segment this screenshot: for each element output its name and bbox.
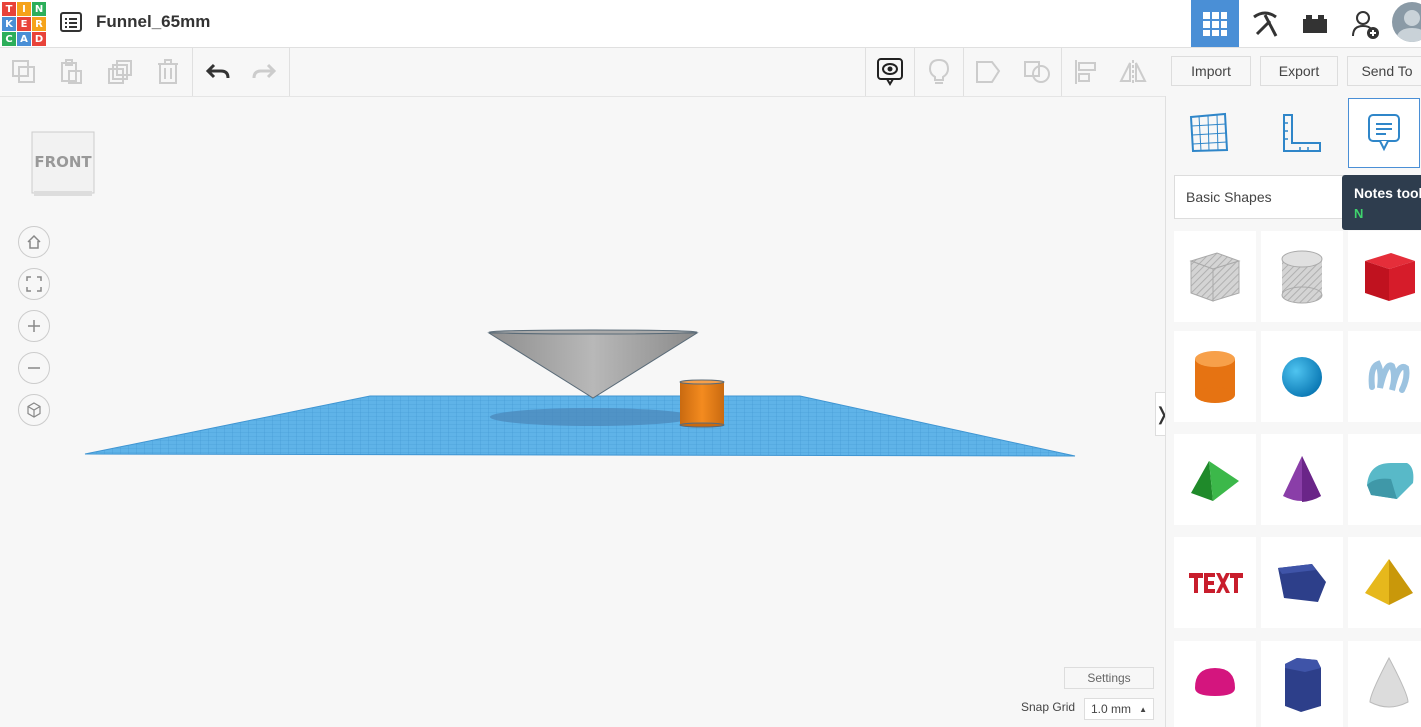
cone-shape[interactable]	[1261, 434, 1343, 525]
align-icon[interactable]	[1062, 48, 1110, 96]
delete-icon[interactable]	[144, 48, 192, 96]
snap-grid-label: Snap Grid	[1021, 700, 1076, 714]
redo-icon[interactable]	[240, 48, 288, 96]
tooltip-title: Notes tool	[1354, 185, 1421, 201]
workplane-scene[interactable]	[0, 96, 1165, 727]
snap-grid-select[interactable]: 1.0 mm ▲	[1084, 698, 1154, 720]
notes-icon[interactable]	[1348, 98, 1420, 168]
notes-tooltip: Notes tool N	[1342, 175, 1421, 230]
logo-letter: K	[2, 17, 16, 31]
import-button[interactable]: Import	[1171, 56, 1251, 86]
settings-button[interactable]: Settings	[1064, 667, 1154, 689]
export-button[interactable]: Export	[1260, 56, 1338, 86]
text-shape[interactable]	[1174, 537, 1256, 628]
workplane[interactable]	[84, 395, 1076, 457]
roof-shape[interactable]	[1174, 434, 1256, 525]
orange-cylinder-top	[679, 379, 725, 385]
workplane-grid-icon[interactable]	[1173, 98, 1245, 168]
logo-letter: C	[2, 32, 16, 46]
logo-letter: T	[2, 2, 16, 16]
copy-icon[interactable]	[0, 48, 48, 96]
sphere-shape[interactable]	[1261, 331, 1343, 422]
funnel-cone-top	[488, 329, 698, 335]
half-sphere-shape[interactable]	[1174, 641, 1256, 727]
logo-letter: E	[17, 17, 31, 31]
edit-toolbar	[0, 48, 1165, 97]
box-hole-shape[interactable]	[1174, 231, 1256, 322]
tooltip-shortcut: N	[1354, 206, 1364, 221]
top-bar: T I N K E R C A D Funnel_65mm	[0, 0, 1421, 48]
logo-letter: I	[17, 2, 31, 16]
lightbulb-icon[interactable]	[915, 48, 963, 96]
toolbar-divider	[192, 48, 193, 96]
ruler-icon[interactable]	[1266, 98, 1338, 168]
pickaxe-icon[interactable]	[1241, 0, 1289, 47]
paste-icon[interactable]	[47, 48, 95, 96]
toolbar-divider	[289, 48, 290, 96]
notes-visibility-icon[interactable]	[866, 48, 914, 96]
logo-letter: R	[32, 17, 46, 31]
polygon-prism-shape[interactable]	[1261, 537, 1343, 628]
send-to-button[interactable]: Send To	[1347, 56, 1421, 86]
caret-up-icon: ▲	[1139, 704, 1147, 714]
box-shape[interactable]	[1348, 231, 1421, 322]
pyramid-shape[interactable]	[1348, 537, 1421, 628]
document-title[interactable]: Funnel_65mm	[96, 12, 210, 32]
3d-design-grid-icon[interactable]	[1191, 0, 1239, 47]
ungroup-icon[interactable]	[1013, 48, 1061, 96]
group-icon[interactable]	[964, 48, 1012, 96]
bricks-icon[interactable]	[1291, 0, 1339, 47]
funnel-cone[interactable]	[487, 332, 699, 399]
snap-grid-value: 1.0 mm	[1091, 702, 1132, 716]
hexagonal-prism-shape[interactable]	[1261, 641, 1343, 727]
orange-cylinder[interactable]	[680, 382, 724, 425]
logo-letter: A	[17, 32, 31, 46]
design-list-icon[interactable]	[60, 11, 82, 33]
user-avatar[interactable]	[1392, 2, 1421, 42]
orange-cylinder-bottom	[679, 422, 725, 428]
undo-icon[interactable]	[194, 48, 242, 96]
logo-letter: N	[32, 2, 46, 16]
paraboloid-shape[interactable]	[1348, 641, 1421, 727]
logo-letter: D	[32, 32, 46, 46]
tinkercad-logo[interactable]: T I N K E R C A D	[2, 2, 46, 46]
duplicate-icon[interactable]	[96, 48, 144, 96]
add-user-icon[interactable]	[1341, 0, 1389, 47]
object-shadow	[490, 408, 694, 426]
cylinder-hole-shape[interactable]	[1261, 231, 1343, 322]
mirror-icon[interactable]	[1109, 48, 1157, 96]
round-roof-shape[interactable]	[1348, 434, 1421, 525]
scribble-shape[interactable]	[1348, 331, 1421, 422]
cylinder-shape[interactable]	[1174, 331, 1256, 422]
shapes-category-label: Basic Shapes	[1186, 189, 1272, 205]
